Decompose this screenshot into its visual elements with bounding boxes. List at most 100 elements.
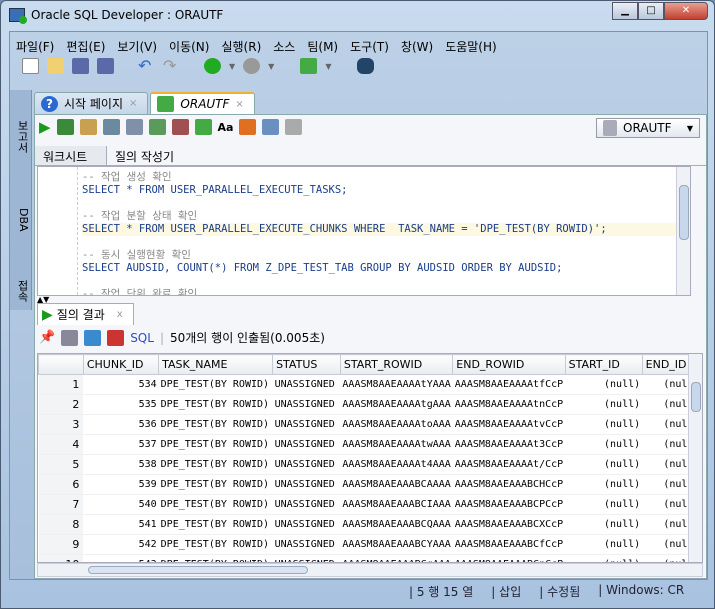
table-cell[interactable]: 540: [83, 494, 159, 515]
row-number[interactable]: 1: [38, 374, 84, 395]
table-cell[interactable]: (null): [565, 454, 643, 475]
row-number[interactable]: 4: [38, 434, 84, 455]
table-cell[interactable]: UNASSIGNED: [272, 414, 341, 435]
menu-item[interactable]: 보기(V): [117, 38, 157, 55]
back-icon[interactable]: [204, 58, 221, 74]
redo-icon[interactable]: ↷: [163, 58, 180, 74]
open-folder-icon[interactable]: [47, 58, 64, 74]
table-cell[interactable]: AAASM8AAEAAAAtgAAA: [340, 394, 453, 415]
table-cell[interactable]: AAASM8AAEAAAAtYAAA: [340, 374, 453, 395]
table-cell[interactable]: 539: [83, 474, 159, 495]
table-row[interactable]: 8 541 DPE_TEST(BY ROWID) UNASSIGNED AAASM8AA…: [38, 514, 702, 535]
row-number[interactable]: 8: [38, 514, 84, 535]
table-cell[interactable]: AAASM8AAEAAABCgAAA: [340, 554, 453, 562]
table-row[interactable]: 6 539 DPE_TEST(BY ROWID) UNASSIGNED AAASM8AA…: [38, 474, 702, 495]
table-cell[interactable]: AAASM8AAEAAABCQAAA: [340, 514, 453, 535]
tab-query-result[interactable]: ▶ 질의 결과 x: [37, 303, 134, 325]
table-row[interactable]: 3 536 DPE_TEST(BY ROWID) UNASSIGNED AAASM8AA…: [38, 414, 702, 435]
table-cell[interactable]: DPE_TEST(BY ROWID): [158, 414, 273, 435]
table-cell[interactable]: 537: [83, 434, 159, 455]
row-number[interactable]: 7: [38, 494, 84, 515]
table-cell[interactable]: UNASSIGNED: [272, 374, 341, 395]
table-cell[interactable]: (null): [565, 554, 643, 562]
table-cell[interactable]: (null): [565, 534, 643, 555]
commit-check-icon[interactable]: [148, 119, 166, 135]
pin-icon[interactable]: 📌: [39, 330, 55, 345]
column-header[interactable]: END_ROWID: [452, 354, 566, 375]
table-row[interactable]: 10543DPE_TEST(BY ROWID)UNASSIGNEDAAASM8A…: [38, 554, 702, 562]
menu-item[interactable]: 도구(T): [350, 38, 389, 55]
side-tab-connections[interactable]: 접속: [12, 280, 30, 302]
table-cell[interactable]: UNASSIGNED: [272, 474, 341, 495]
menu-item[interactable]: 팀(M): [307, 38, 338, 55]
tools-icon[interactable]: [285, 119, 303, 135]
print-icon[interactable]: [61, 329, 79, 346]
row-number[interactable]: 10: [38, 554, 84, 562]
menu-item[interactable]: 편집(E): [66, 38, 105, 55]
table-cell[interactable]: 535: [83, 394, 159, 415]
menu-item[interactable]: 실행(R): [221, 38, 261, 55]
tab-start-page[interactable]: ? 시작 페이지 ×: [34, 92, 149, 114]
table-cell[interactable]: DPE_TEST(BY ROWID): [158, 374, 273, 395]
history-icon[interactable]: [262, 119, 280, 135]
sql-worksheet-icon[interactable]: [300, 58, 318, 74]
autotrace-icon[interactable]: [125, 119, 143, 135]
table-cell[interactable]: AAASM8AAEAAABCAAAA: [340, 474, 453, 495]
row-number[interactable]: 6: [38, 474, 84, 495]
save-all-icon[interactable]: [97, 58, 114, 74]
table-row[interactable]: 1 534 DPE_TEST(BY ROWID) UNASSIGNED AAASM8AA…: [38, 374, 702, 395]
table-cell[interactable]: (null): [565, 434, 643, 455]
run-script-icon[interactable]: [56, 119, 74, 135]
clear-eraser-icon[interactable]: [239, 119, 257, 135]
grid-scrollbar[interactable]: [688, 354, 702, 562]
tab-worksheet[interactable]: 워크시트: [35, 146, 107, 165]
table-cell[interactable]: 541: [83, 514, 159, 535]
format-case-icon[interactable]: Aa: [218, 121, 234, 134]
save-icon[interactable]: [72, 58, 89, 74]
table-cell[interactable]: UNASSIGNED: [272, 434, 341, 455]
editor-scrollbar[interactable]: [676, 167, 690, 295]
table-cell[interactable]: (null): [565, 514, 643, 535]
table-cell[interactable]: (null): [565, 414, 643, 435]
run-statement-icon[interactable]: ▶: [39, 118, 51, 136]
column-header[interactable]: TASK_NAME: [158, 354, 274, 375]
table-cell[interactable]: AAASM8AAEAAABCHCcP: [452, 474, 566, 495]
menu-item[interactable]: 이동(N): [169, 38, 209, 55]
row-number[interactable]: 3: [38, 414, 84, 435]
close-button[interactable]: ✕: [664, 2, 708, 20]
table-cell[interactable]: 543: [83, 554, 159, 562]
menu-item[interactable]: 파일(F): [16, 38, 54, 55]
table-cell[interactable]: DPE_TEST(BY ROWID): [158, 514, 273, 535]
column-header[interactable]: START_ID: [564, 354, 643, 375]
table-cell[interactable]: AAASM8AAEAAAAt3CcP: [452, 434, 566, 455]
binoculars-icon[interactable]: [357, 58, 375, 74]
results-grid[interactable]: CHUNK_ID TASK_NAME STATUS START_ROWID END_RO…: [37, 353, 703, 563]
table-cell[interactable]: AAASM8AAEAAAAtoAAA: [340, 414, 453, 435]
table-cell[interactable]: DPE_TEST(BY ROWID): [158, 394, 273, 415]
table-cell[interactable]: 536: [83, 414, 159, 435]
sql-dropdown-icon[interactable]: ▼: [325, 62, 331, 71]
table-cell[interactable]: AAASM8AAEAAABCXCcP: [452, 514, 566, 535]
connection-select[interactable]: ORAUTF ▼: [596, 118, 700, 138]
table-cell[interactable]: UNASSIGNED: [272, 554, 341, 562]
column-header[interactable]: START_ROWID: [339, 354, 454, 375]
maximize-button[interactable]: □: [638, 2, 664, 20]
table-cell[interactable]: DPE_TEST(BY ROWID): [158, 454, 273, 475]
delete-icon[interactable]: [107, 329, 125, 346]
table-cell[interactable]: (null): [565, 374, 643, 395]
table-cell[interactable]: AAASM8AAEAAABCIAAA: [340, 494, 453, 515]
rollback-icon[interactable]: [171, 119, 189, 135]
table-cell[interactable]: UNASSIGNED: [272, 394, 341, 415]
table-cell[interactable]: DPE_TEST(BY ROWID): [158, 434, 273, 455]
table-cell[interactable]: AAASM8AAEAAABCnCcP: [452, 554, 566, 562]
tab-query-builder[interactable]: 질의 작성기: [107, 146, 182, 165]
table-cell[interactable]: (null): [565, 394, 643, 415]
sql-editor[interactable]: -- 작업 생성 확인 SELECT * FROM USER_PARALLEL_E…: [37, 166, 691, 296]
column-header[interactable]: CHUNK_ID: [82, 354, 160, 375]
side-tab-reports[interactable]: 보고서: [12, 120, 30, 153]
table-cell[interactable]: DPE_TEST(BY ROWID): [158, 474, 273, 495]
table-cell[interactable]: AAASM8AAEAAAAtnCcP: [452, 394, 566, 415]
grid-horizontal-scrollbar[interactable]: [37, 563, 703, 577]
table-cell[interactable]: AAASM8AAEAAAAtvCcP: [452, 414, 566, 435]
table-cell[interactable]: AAASM8AAEAAAAt/CcP: [452, 454, 566, 475]
